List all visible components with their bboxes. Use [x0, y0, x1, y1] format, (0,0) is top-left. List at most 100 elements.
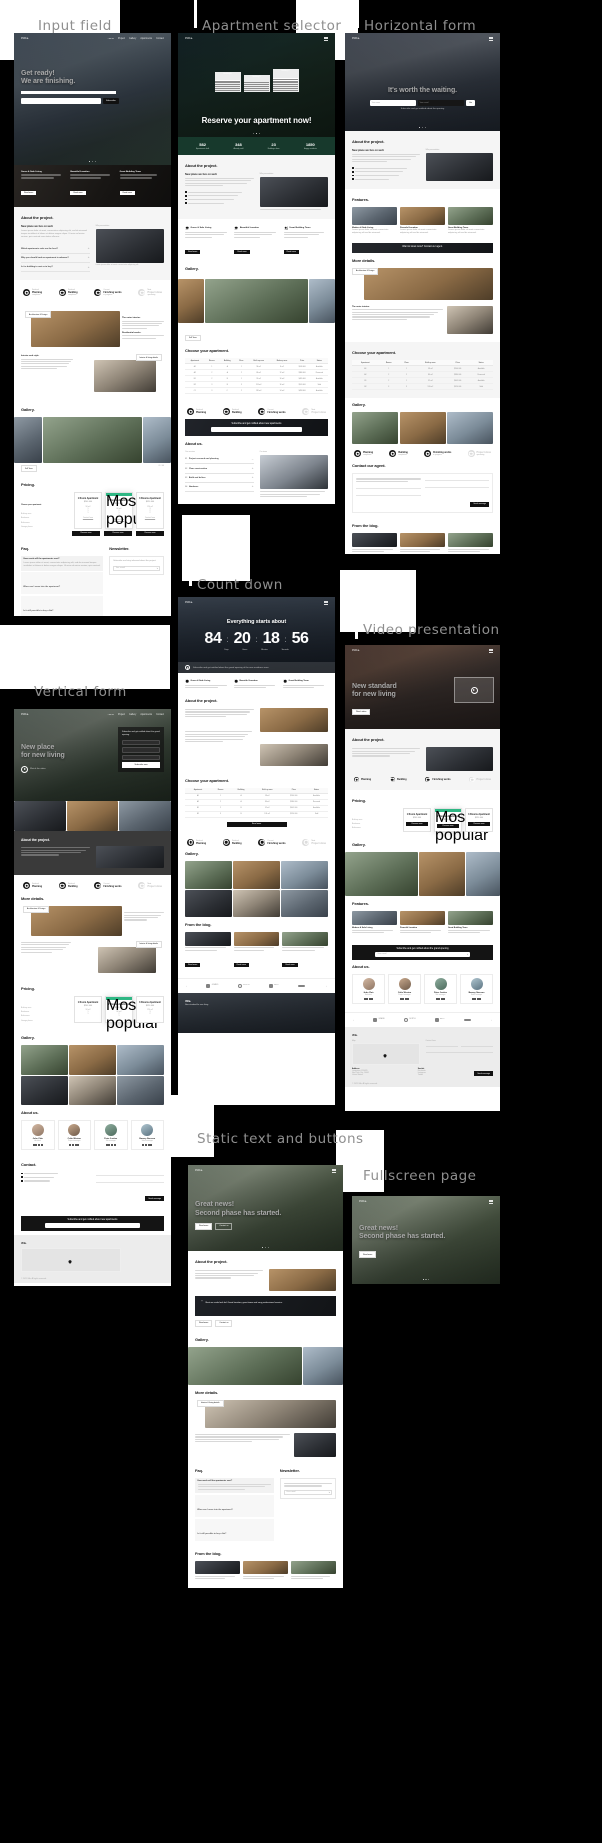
pricing-plan[interactable]: 3 Rooms Apartment $520 000 Reserve now	[465, 808, 493, 832]
gallery-image[interactable]	[69, 1076, 116, 1105]
gallery-image[interactable]	[281, 890, 329, 917]
nav-link-project[interactable]: Project	[118, 714, 125, 716]
faq-item[interactable]: Is it still possible to buy a flat?	[195, 1518, 274, 1542]
navbar[interactable]: Villa. Home Project Gallery Apartments C…	[14, 33, 171, 44]
pricing-plan[interactable]: 1 Room Apartment $240 000 58 m2 1 1	[74, 996, 102, 1023]
faq-item[interactable]: Is it still possible to buy a flat?	[21, 595, 104, 616]
dark-cta[interactable]: Subscribe and get notified about new apa…	[21, 1215, 164, 1231]
vertical-signup-form[interactable]: Subscribe and get notified about the gra…	[118, 727, 164, 772]
arrow-right-icon[interactable]: ›	[467, 953, 468, 956]
feature-tile[interactable]	[14, 801, 66, 831]
gallery-image[interactable]	[185, 890, 232, 917]
logo[interactable]: Villa.	[21, 713, 29, 716]
team-card[interactable]: Peter Justice Site manager	[424, 973, 457, 1004]
pricing-plan[interactable]: 1 Room Apartment $240 000 58 m2 1 1 1 Co…	[74, 492, 102, 529]
faq-open-item[interactable]: How much will the apartments cost? Lorem…	[21, 555, 104, 571]
gallery-image[interactable]	[233, 890, 280, 917]
cta-email-input[interactable]	[44, 1222, 141, 1228]
gallery-main-image[interactable]	[205, 279, 308, 324]
navbar[interactable]: Villa.	[188, 1165, 343, 1176]
feature-button[interactable]: Read more	[185, 249, 201, 255]
about-image[interactable]	[95, 846, 164, 868]
submit-button[interactable]: Subscribe now	[122, 762, 160, 768]
hamburger-icon[interactable]	[489, 37, 493, 40]
feature-card[interactable]: Modern & Safe Living Lorem ipsum dolor s…	[352, 207, 397, 235]
navbar[interactable]: Villa.	[345, 33, 500, 44]
gallery-image[interactable]	[399, 412, 446, 445]
social-link[interactable]: Twitter	[418, 1074, 426, 1076]
submit-button[interactable]: Go	[466, 99, 475, 106]
gallery-image[interactable]	[117, 1076, 165, 1105]
video-thumbnail[interactable]	[454, 677, 494, 703]
service-row[interactable]: 02 Clear construction +	[185, 464, 254, 474]
service-row[interactable]: 04 Handover +	[185, 483, 254, 492]
cta-button-2[interactable]: Contact us	[215, 1320, 233, 1327]
blog-card[interactable]: Read more	[185, 931, 231, 970]
blog-card[interactable]	[448, 533, 493, 553]
hamburger-icon[interactable]	[332, 1169, 336, 1172]
gallery-image[interactable]	[352, 412, 398, 445]
hero-buttons[interactable]: Read more Contact us	[195, 1222, 336, 1230]
logo[interactable]: Villa.	[352, 649, 360, 652]
feature-tile[interactable]	[66, 801, 119, 831]
gallery-thumb-next[interactable]	[309, 279, 335, 324]
navbar[interactable]: Villa.	[352, 1196, 500, 1207]
gallery-image[interactable]	[419, 852, 465, 896]
next-arrow-icon[interactable]: ›	[326, 984, 327, 988]
accordion-row[interactable]: Which apartments suits me the best? +	[21, 245, 90, 254]
details-image-2[interactable]	[294, 1432, 336, 1457]
pricing-plan[interactable]: 3 Rooms Apartment $520 000 124 m2 3 2 2 …	[136, 492, 164, 529]
nav-link-home[interactable]: Home	[108, 38, 114, 40]
newsletter-input[interactable]: Your e-mail ›	[283, 1489, 332, 1495]
features-image-row[interactable]	[14, 801, 171, 831]
blog-card[interactable]: Read more	[233, 931, 280, 970]
hero-form[interactable]: Your name Your e-mail Go	[352, 99, 493, 106]
gallery-strip[interactable]	[14, 417, 171, 464]
pricing-plan[interactable]: 1 Room Apartment $240 000 Reserve now	[403, 808, 431, 832]
dark-cta[interactable]: Subscribe and get notified about the gra…	[352, 944, 493, 960]
feature-button[interactable]: Read more	[283, 249, 300, 255]
table-row[interactable]: B2 3 B 124 m2 $520 000 Sold	[185, 811, 328, 818]
feature-image[interactable]	[352, 207, 397, 226]
blog-card[interactable]: Read more	[195, 1561, 240, 1588]
feature-card[interactable]: Beautiful Location	[234, 679, 279, 690]
cta-email-input[interactable]: Your e-mail ›	[375, 951, 470, 957]
about-image[interactable]	[425, 747, 493, 771]
name-input[interactable]: Your name	[370, 99, 417, 106]
building-option[interactable]: Building A	[214, 71, 241, 92]
gallery-grid-row1[interactable]	[14, 1044, 171, 1075]
gallery-image[interactable]	[233, 860, 280, 889]
feature-tile[interactable]	[119, 801, 171, 831]
gallery-image[interactable]	[69, 1044, 116, 1075]
feature-card[interactable]: Great Building Team Read more	[283, 225, 328, 257]
about-image[interactable]	[268, 1269, 336, 1291]
gallery-fullview-button[interactable]: Full View	[185, 334, 201, 342]
nav-links[interactable]: Home Project Gallery Apartments Contact	[108, 714, 164, 716]
mock-vertical-form[interactable]: Villa. Home Project Gallery Apartments C…	[14, 709, 171, 1286]
team-card[interactable]: Barney Stenson Sales manager	[130, 1119, 164, 1150]
nav-link-apartments[interactable]: Apartments	[140, 714, 152, 716]
hero-dots[interactable]	[178, 132, 335, 134]
gallery-fullview-button[interactable]: Full View	[21, 465, 37, 473]
feature-card[interactable]: Great Building Team	[448, 911, 493, 935]
navbar[interactable]: Villa.	[345, 645, 500, 656]
feature-button[interactable]: Read more	[119, 190, 136, 196]
feature-card[interactable]: Modern & Safe Living	[352, 911, 397, 935]
plan-button[interactable]: Reserve now	[406, 822, 428, 826]
gallery-strip[interactable]	[345, 852, 500, 896]
about-image-1[interactable]	[259, 707, 328, 732]
blog-card[interactable]: Read more	[291, 1561, 336, 1588]
gallery-grid-row2[interactable]	[178, 889, 335, 917]
feature-button[interactable]: Read more	[70, 190, 86, 196]
feature-card[interactable]: Great Building Team Lorem ipsum dolor si…	[448, 207, 493, 235]
map[interactable]	[352, 1043, 420, 1066]
feature-button[interactable]: Read more	[234, 249, 250, 255]
email-input[interactable]	[122, 747, 160, 753]
logo[interactable]: Villa.	[185, 37, 193, 40]
gallery-thumb-prev[interactable]	[178, 279, 204, 324]
feature-card[interactable]: Green & Safe Living Read more	[185, 225, 229, 257]
send-message-button[interactable]: Send message	[145, 1196, 164, 1202]
hero-button[interactable]: Read more	[359, 1251, 377, 1258]
arrow-right-icon[interactable]: ›	[329, 1491, 330, 1494]
pricing-plan-featured[interactable]: Most popular 2 Rooms Apartment $380 000 …	[434, 808, 488, 844]
